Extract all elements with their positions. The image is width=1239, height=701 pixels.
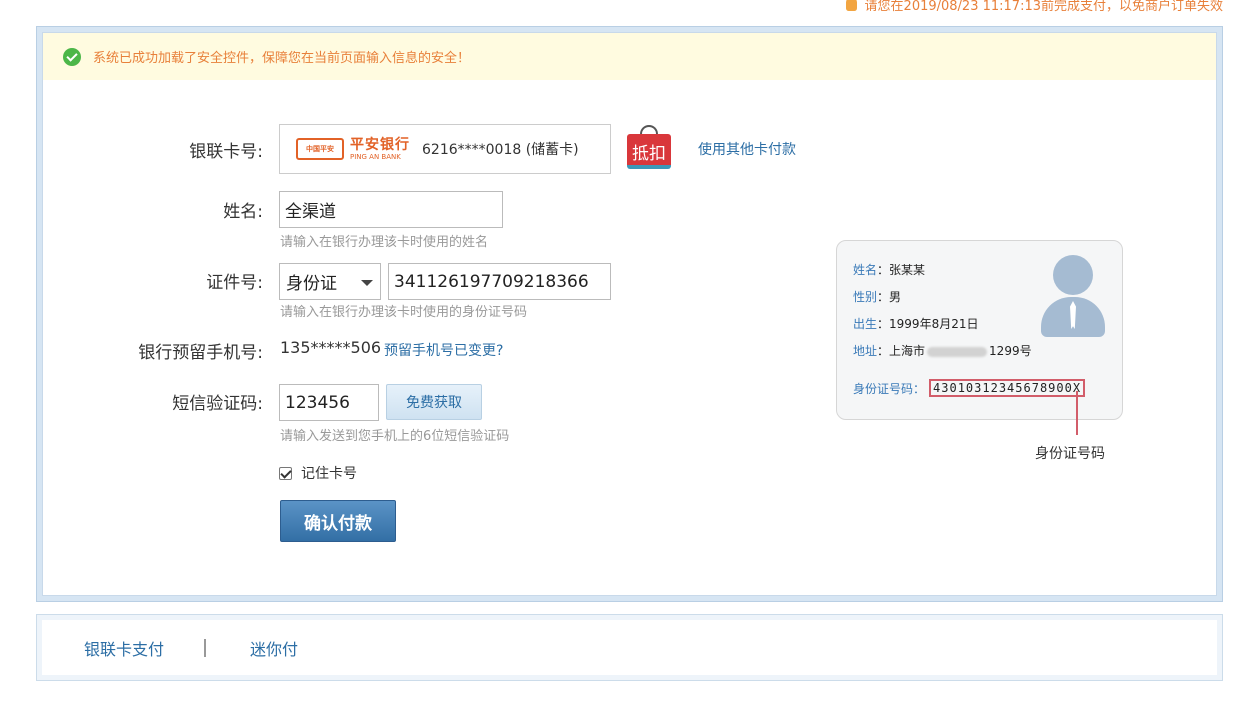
sms-hint: 请输入发送到您手机上的6位短信验证码 bbox=[280, 429, 510, 444]
payment-form: 系统已成功加载了安全控件，保障您在当前页面输入信息的安全！ 银联卡号: 中国平安… bbox=[42, 32, 1217, 596]
id-hint: 请输入在银行办理该卡时使用的身份证号码 bbox=[280, 305, 528, 320]
id-label: 证件号: bbox=[206, 273, 263, 293]
sms-code-input[interactable] bbox=[279, 384, 379, 421]
payment-method-bar: 银联卡支付 迷你付 bbox=[36, 614, 1223, 681]
id-type-value: 身份证 bbox=[286, 274, 337, 294]
card-label: 银联卡号: bbox=[189, 142, 263, 162]
payment-panel: 系统已成功加载了安全控件，保障您在当前页面输入信息的安全！ 银联卡号: 中国平安… bbox=[36, 26, 1223, 602]
phone-changed-link[interactable]: 预留手机号已变更? bbox=[384, 340, 503, 360]
security-notice: 系统已成功加载了安全控件，保障您在当前页面输入信息的安全！ bbox=[43, 33, 1216, 80]
tab-unionpay-card[interactable]: 银联卡支付 bbox=[84, 636, 164, 660]
selected-card: 中国平安 平安银行 PING AN BANK 6216****0018 (储蓄卡… bbox=[279, 124, 611, 174]
check-icon bbox=[63, 47, 81, 66]
bank-mark: 中国平安 bbox=[296, 138, 344, 160]
bank-logo: 中国平安 平安银行 PING AN BANK bbox=[296, 138, 410, 161]
name-label: 姓名: bbox=[223, 202, 263, 222]
bank-name-cn: 平安银行 bbox=[350, 136, 410, 153]
discount-tag-label: 抵扣 bbox=[627, 134, 671, 168]
name-hint: 请输入在银行办理该卡时使用的姓名 bbox=[280, 235, 489, 250]
remember-card-label: 记住卡号 bbox=[301, 466, 357, 482]
use-other-card-link[interactable]: 使用其他卡付款 bbox=[698, 139, 796, 159]
name-input[interactable] bbox=[279, 191, 503, 228]
bulb-icon bbox=[845, 0, 857, 11]
sample-id-number: 43010312345678900X bbox=[929, 379, 1086, 397]
pointer-line bbox=[1076, 391, 1078, 435]
chevron-down-icon bbox=[361, 280, 373, 286]
payment-deadline: 请您在2019/08/23 11:17:13前完成支付，以免商户订单失效 bbox=[845, 0, 1223, 14]
id-type-select[interactable]: 身份证 bbox=[279, 263, 381, 300]
confirm-payment-button[interactable]: 确认付款 bbox=[280, 500, 396, 542]
id-sample-caption: 身份证号码 bbox=[1035, 446, 1105, 462]
reserved-phone: 135*****506 bbox=[280, 338, 382, 357]
deadline-text: 请您在2019/08/23 11:17:13前完成支付，以免商户订单失效 bbox=[864, 0, 1223, 14]
discount-tag-icon[interactable]: 抵扣 bbox=[627, 125, 671, 169]
person-avatar-icon bbox=[1041, 255, 1105, 337]
sms-label: 短信验证码: bbox=[172, 394, 263, 414]
phone-label: 银行预留手机号: bbox=[138, 343, 263, 363]
checkbox-checked-icon[interactable] bbox=[279, 466, 292, 480]
card-number: 6216****0018 (储蓄卡) bbox=[422, 142, 579, 158]
divider bbox=[204, 638, 207, 657]
tab-mini-pay[interactable]: 迷你付 bbox=[250, 636, 298, 660]
get-sms-code-button[interactable]: 免费获取 bbox=[386, 384, 482, 420]
id-card-sample: 姓名：张某某 性别：男 出生：1999年8月21日 地址：上海市 1299号 身份… bbox=[836, 240, 1123, 420]
security-notice-text: 系统已成功加载了安全控件，保障您在当前页面输入信息的安全！ bbox=[93, 51, 471, 66]
bank-name-en: PING AN BANK bbox=[350, 152, 401, 161]
remember-card-checkbox[interactable]: 记住卡号 bbox=[279, 463, 357, 483]
id-number-input[interactable] bbox=[388, 263, 611, 300]
